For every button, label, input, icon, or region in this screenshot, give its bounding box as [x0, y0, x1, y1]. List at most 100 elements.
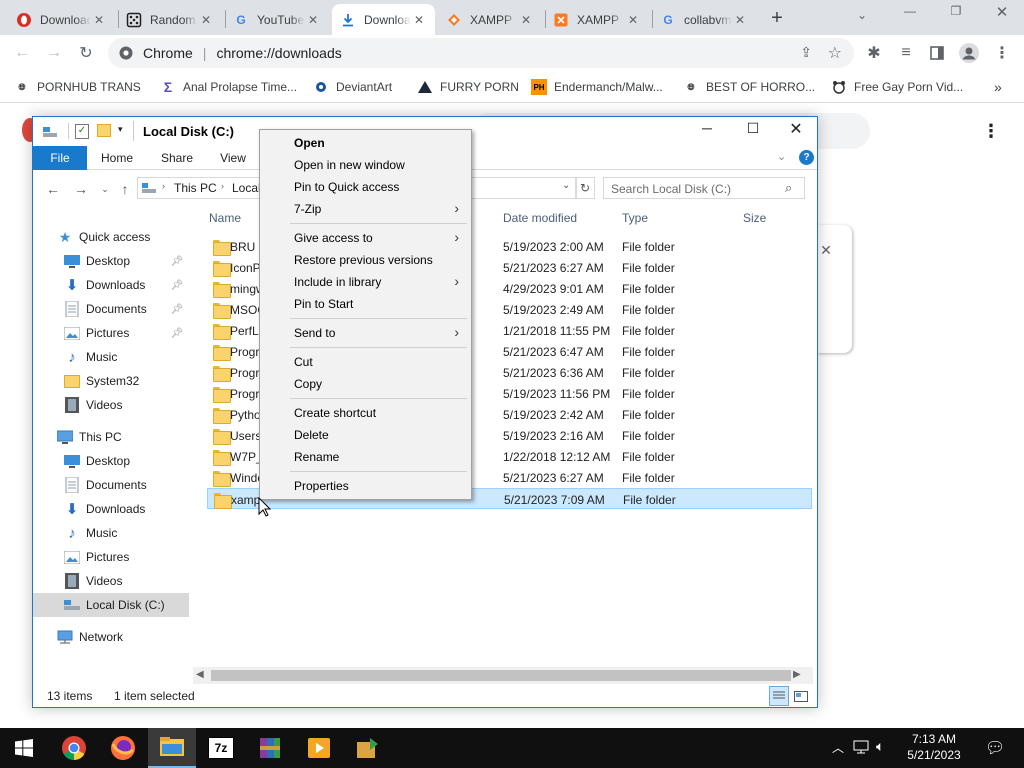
winrar-icon[interactable] — [246, 728, 294, 768]
bookmark-star-icon[interactable]: ☆ — [828, 43, 842, 63]
media-player-icon[interactable] — [295, 728, 343, 768]
sidebar-item-documents-pinned[interactable]: Documents 📌︎ — [33, 297, 189, 321]
close-button[interactable]: ✕ — [785, 119, 807, 139]
bookmarks-overflow-button[interactable]: » — [994, 77, 1002, 97]
menu-item-give-access-to[interactable]: Give access to › — [260, 227, 471, 249]
extensions-icon[interactable]: ✱ — [862, 41, 886, 65]
network-status-icon[interactable] — [853, 740, 869, 754]
sidebar-item-desktop[interactable]: Desktop — [33, 449, 189, 473]
tab-xampp-2[interactable]: XAMPP ✕ — [545, 4, 649, 35]
details-view-icon[interactable] — [769, 686, 789, 706]
menu-item-delete[interactable]: Delete — [260, 424, 471, 446]
bookmark-item[interactable]: FURRY PORN — [417, 77, 519, 97]
back-button[interactable]: ← — [10, 41, 34, 65]
tab-share[interactable]: Share — [155, 146, 199, 170]
downloads-menu-icon[interactable]: ⋮ — [982, 121, 1000, 141]
sidebar-item-downloads-pinned[interactable]: ⬇ Downloads 📌︎ — [33, 273, 189, 297]
maximize-button[interactable]: ☐ — [742, 120, 764, 140]
close-icon[interactable]: ✕ — [91, 13, 107, 27]
tab-youtube[interactable]: G YouTube ✕ — [225, 4, 329, 35]
close-icon[interactable]: ✕ — [411, 13, 427, 27]
search-box[interactable]: Search Local Disk (C:) ⌕ — [603, 177, 805, 199]
bookmark-item[interactable]: 🌐︎ BEST OF HORRO... — [683, 77, 815, 97]
properties-quick-icon[interactable]: ✓ — [75, 124, 89, 139]
bookmark-item[interactable]: 🌐︎ PORNHUB TRANS — [14, 77, 140, 97]
bookmark-item[interactable]: DeviantArt — [313, 77, 392, 97]
forward-button[interactable]: → — [42, 41, 66, 65]
pin-icon[interactable]: 📌︎ — [169, 325, 185, 341]
expand-ribbon-icon[interactable]: ⌄ — [777, 150, 786, 163]
sidebar-item-music-pc[interactable]: ♪ Music — [33, 521, 189, 545]
scroll-left-icon[interactable]: ◀ — [196, 669, 204, 680]
show-hidden-icons[interactable]: ︿ — [832, 739, 844, 756]
close-icon[interactable]: ✕ — [198, 13, 214, 27]
bookmark-item[interactable]: Free Gay Porn Vid... — [831, 77, 963, 97]
taskbar-clock[interactable]: 7:13 AM 5/21/2023 — [898, 731, 970, 767]
omnibox[interactable]: Chrome | chrome://downloads ⇪ ☆ — [108, 38, 854, 68]
menu-item-send-to[interactable]: Send to › — [260, 322, 471, 344]
menu-item-properties[interactable]: Properties — [260, 475, 471, 497]
menu-item-include-in-library[interactable]: Include in library › — [260, 271, 471, 293]
tab-home[interactable]: Home — [95, 146, 139, 170]
side-panel-icon[interactable] — [925, 41, 949, 65]
menu-item-rename[interactable]: Rename — [260, 446, 471, 468]
windows-start-icon[interactable] — [0, 728, 48, 768]
address-dropdown-icon[interactable]: ⌄ — [562, 180, 570, 191]
forward-button[interactable]: → — [71, 179, 91, 199]
chrome-menu-icon[interactable]: ⋮ — [990, 41, 1014, 65]
tab-random[interactable]: Random ✕ — [118, 4, 222, 35]
customize-quick-access-icon[interactable]: ▾ — [118, 124, 123, 135]
menu-item-cut[interactable]: Cut — [260, 351, 471, 373]
column-header-type[interactable]: Type — [622, 208, 648, 228]
tab-view[interactable]: View — [213, 146, 253, 170]
menu-item-open-in-new-window[interactable]: Open in new window — [260, 154, 471, 176]
restore-button[interactable]: ❐ — [944, 4, 968, 24]
pin-icon[interactable]: 📌︎ — [169, 277, 185, 293]
file-explorer-icon[interactable] — [148, 728, 196, 768]
close-icon[interactable]: ✕ — [305, 13, 321, 27]
install-icon[interactable] — [344, 728, 392, 768]
scroll-right-icon[interactable]: ▶ — [793, 669, 801, 680]
back-button[interactable]: ← — [43, 179, 63, 199]
close-window-button[interactable]: ✕ — [990, 3, 1014, 23]
tab-search-icon[interactable]: ⌄ — [850, 8, 874, 26]
firefox-icon[interactable] — [99, 728, 147, 768]
remove-download-icon[interactable]: ✕ — [819, 242, 833, 258]
new-folder-quick-icon[interactable] — [97, 124, 111, 137]
sidebar-item-quick-access[interactable]: ★ Quick access — [33, 225, 189, 249]
refresh-button[interactable]: ↻ — [575, 177, 595, 199]
minimize-button[interactable]: ─ — [696, 120, 718, 140]
search-icon[interactable]: ⌕ — [785, 180, 792, 196]
bookmark-item[interactable]: PH Endermanch/Malw... — [531, 77, 663, 97]
breadcrumb-this-pc[interactable]: This PC — [174, 181, 217, 195]
sidebar-item-pictures[interactable]: Pictures — [33, 545, 189, 569]
bookmark-item[interactable]: Σ Anal Prolapse Time... — [160, 77, 297, 97]
close-icon[interactable]: ✕ — [625, 13, 641, 27]
sidebar-item-pictures-pinned[interactable]: Pictures 📌︎ — [33, 321, 189, 345]
sidebar-item-videos-pc[interactable]: Videos — [33, 569, 189, 593]
recent-locations-icon[interactable]: ⌄ — [95, 179, 115, 199]
sidebar-item-network[interactable]: Network — [33, 625, 189, 649]
sidebar-item-desktop-pinned[interactable]: Desktop 📌︎ — [33, 249, 189, 273]
column-header-date[interactable]: Date modified — [503, 208, 577, 228]
column-header-size[interactable]: Size — [743, 208, 766, 228]
profile-avatar[interactable] — [957, 41, 981, 65]
help-icon[interactable]: ? — [799, 150, 814, 165]
minimize-button[interactable]: — — [898, 4, 922, 24]
scrollbar-thumb[interactable] — [211, 670, 791, 681]
volume-muted-icon[interactable]: 🔈︎ — [876, 738, 884, 755]
menu-item-create-shortcut[interactable]: Create shortcut — [260, 402, 471, 424]
tab-downloads-active[interactable]: Downloads ✕ — [332, 4, 435, 35]
sidebar-item-videos[interactable]: Videos — [33, 393, 189, 417]
tab-downloads-opera[interactable]: Downloads ✕ — [8, 4, 115, 35]
up-button[interactable]: ↑ — [115, 179, 135, 199]
menu-item-copy[interactable]: Copy — [260, 373, 471, 395]
sidebar-item-system32[interactable]: System32 — [33, 369, 189, 393]
menu-item-open[interactable]: Open — [260, 132, 471, 154]
breadcrumb-local-disk[interactable]: Local — [232, 181, 261, 195]
sidebar-item-local-disk[interactable]: Local Disk (C:) — [33, 593, 189, 617]
menu-item-pin-to-quick-access[interactable]: Pin to Quick access — [260, 176, 471, 198]
media-control-icon[interactable]: ≡ — [894, 41, 918, 65]
reload-button[interactable]: ↻ — [74, 41, 98, 65]
large-icons-view-icon[interactable] — [793, 688, 809, 704]
